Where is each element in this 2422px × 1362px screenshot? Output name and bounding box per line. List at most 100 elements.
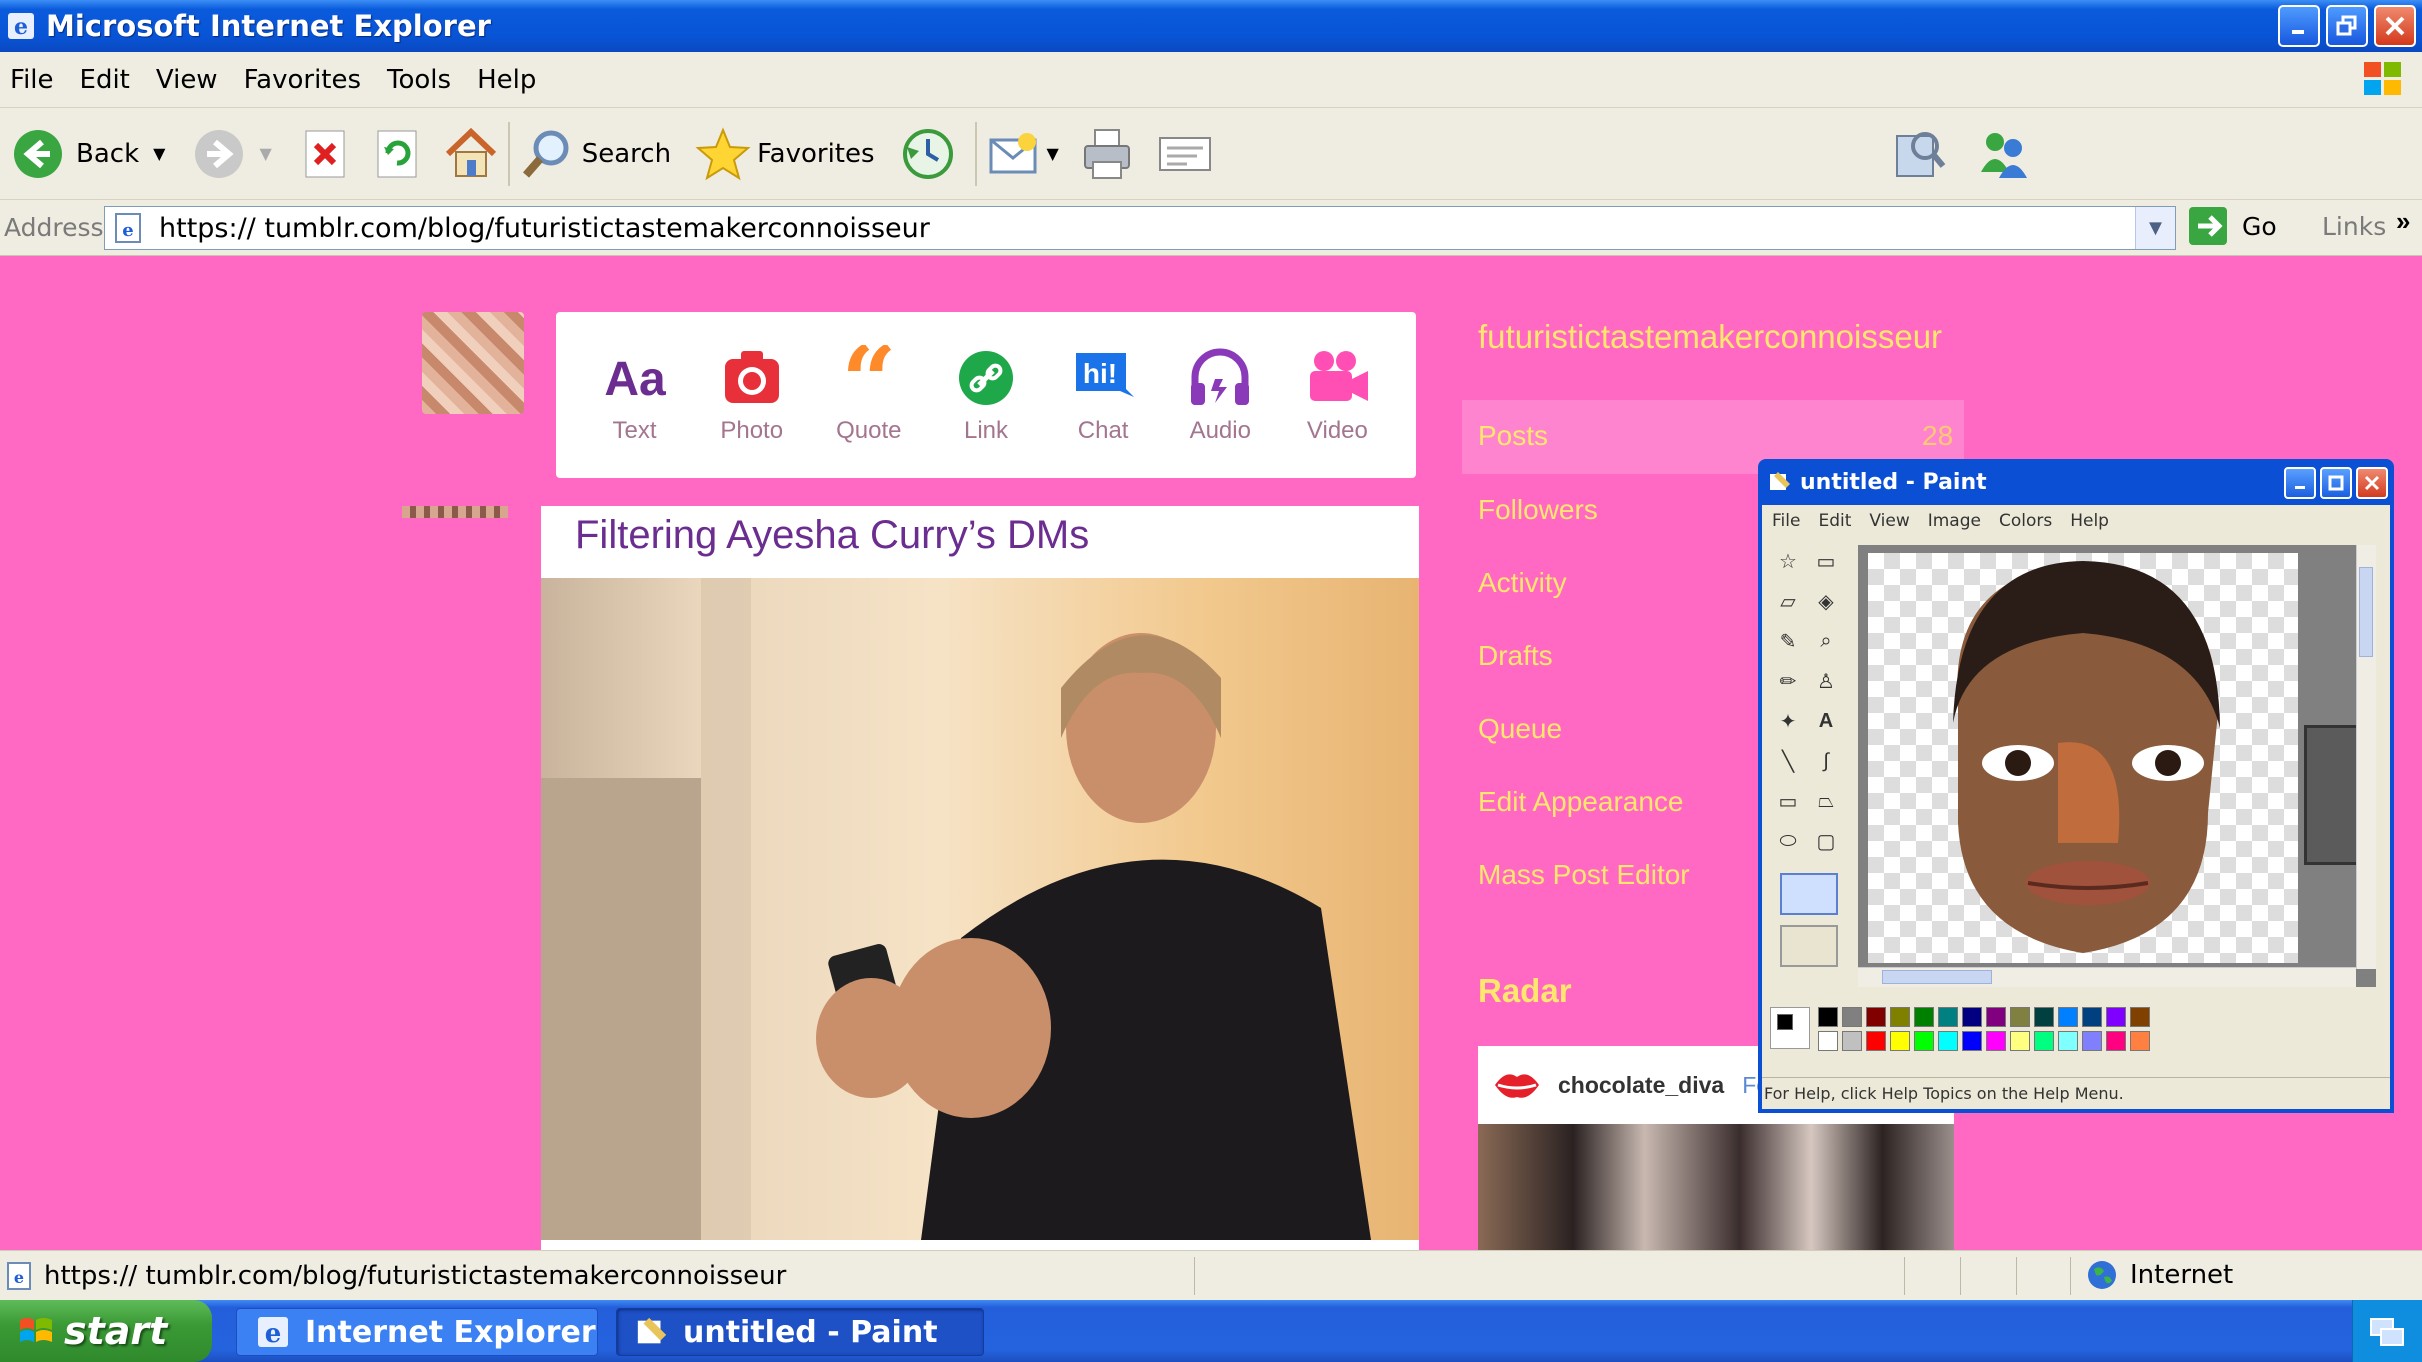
menu-file[interactable]: File xyxy=(10,65,54,95)
eraser-icon[interactable]: ▱ xyxy=(1772,585,1804,617)
post-type-audio[interactable]: Audio xyxy=(1165,345,1275,445)
print-button[interactable] xyxy=(1081,119,1133,189)
research-button[interactable] xyxy=(1891,119,1947,189)
go-button[interactable]: Go xyxy=(2188,206,2277,246)
restore-button[interactable] xyxy=(2326,5,2368,47)
mail-button[interactable]: ▼ xyxy=(987,119,1059,189)
sidebar-item-mass-post-editor[interactable]: Mass Post Editor xyxy=(1478,859,1690,891)
vertical-scroll-thumb[interactable] xyxy=(2359,567,2373,657)
address-input[interactable]: e https:// tumblr.com/blog/futuristictas… xyxy=(104,206,2176,250)
palette-swatch[interactable] xyxy=(1890,1031,1910,1051)
sidebar-item-posts[interactable]: Posts xyxy=(1478,420,1548,452)
rect-select-icon[interactable]: ▭ xyxy=(1810,545,1842,577)
links-chevron-icon[interactable]: » xyxy=(2396,206,2410,237)
polygon-icon[interactable]: ⏢ xyxy=(1810,785,1842,817)
paint-vertical-scrollbar[interactable] xyxy=(2356,545,2376,969)
palette-swatch[interactable] xyxy=(1914,1007,1934,1027)
palette-swatch[interactable] xyxy=(2058,1031,2078,1051)
post-avatar[interactable] xyxy=(402,506,508,518)
menu-view[interactable]: View xyxy=(156,65,218,95)
paint-menu-colors[interactable]: Colors xyxy=(1999,511,2052,531)
palette-swatch[interactable] xyxy=(1866,1031,1886,1051)
paint-minimize-button[interactable] xyxy=(2284,467,2316,499)
window-titlebar[interactable]: e Microsoft Internet Explorer xyxy=(0,0,2422,52)
forward-button[interactable]: ▼ xyxy=(193,119,272,189)
back-button[interactable]: Back ▼ xyxy=(12,119,165,189)
post-type-quote[interactable]: “ Quote xyxy=(814,345,924,445)
palette-swatch[interactable] xyxy=(2010,1031,2030,1051)
palette-swatch[interactable] xyxy=(1890,1007,1910,1027)
palette-swatch[interactable] xyxy=(2010,1007,2030,1027)
palette-swatch[interactable] xyxy=(1938,1007,1958,1027)
tool-option-opaque[interactable] xyxy=(1780,873,1838,915)
paint-horizontal-scrollbar[interactable] xyxy=(1858,967,2356,987)
sidebar-item-activity[interactable]: Activity xyxy=(1478,567,1567,599)
palette-swatch[interactable] xyxy=(1938,1031,1958,1051)
home-button[interactable] xyxy=(444,119,498,189)
post-type-text[interactable]: Aa Text xyxy=(580,345,690,445)
system-tray[interactable] xyxy=(2352,1300,2422,1362)
palette-swatch[interactable] xyxy=(1914,1031,1934,1051)
fill-icon[interactable]: ◈ xyxy=(1810,585,1842,617)
sidebar-item-followers[interactable]: Followers xyxy=(1478,494,1598,526)
messenger-button[interactable] xyxy=(1975,119,2033,189)
ellipse-icon[interactable]: ⬭ xyxy=(1772,825,1804,857)
palette-swatch[interactable] xyxy=(2130,1031,2150,1051)
menu-edit[interactable]: Edit xyxy=(80,65,130,95)
post-type-video[interactable]: Video xyxy=(1282,345,1392,445)
paint-menu-file[interactable]: File xyxy=(1772,511,1800,531)
post-type-link[interactable]: Link xyxy=(931,345,1041,445)
sidebar-item-queue[interactable]: Queue xyxy=(1478,713,1562,745)
palette-swatch[interactable] xyxy=(2058,1007,2078,1027)
stop-button[interactable] xyxy=(302,119,348,189)
pencil-icon[interactable]: ✏ xyxy=(1772,665,1804,697)
paint-maximize-button[interactable] xyxy=(2320,467,2352,499)
tool-option-transparent[interactable] xyxy=(1780,925,1838,967)
color-picker-icon[interactable]: ✎ xyxy=(1772,625,1804,657)
favorites-button[interactable]: Favorites xyxy=(695,119,875,189)
rounded-rect-icon[interactable]: ▢ xyxy=(1810,825,1842,857)
curve-icon[interactable]: ∫ xyxy=(1810,745,1842,777)
palette-swatch[interactable] xyxy=(2034,1031,2054,1051)
line-icon[interactable]: ╲ xyxy=(1772,745,1804,777)
sidebar-item-drafts[interactable]: Drafts xyxy=(1478,640,1553,672)
mail-dropdown-icon[interactable]: ▼ xyxy=(1047,144,1059,163)
palette-swatch[interactable] xyxy=(1962,1007,1982,1027)
palette-swatch[interactable] xyxy=(2082,1031,2102,1051)
minimize-button[interactable] xyxy=(2278,5,2320,47)
paint-menu-view[interactable]: View xyxy=(1869,511,1909,531)
taskbar-paint[interactable]: untitled - Paint xyxy=(616,1308,984,1356)
palette-swatch[interactable] xyxy=(2106,1007,2126,1027)
current-colors[interactable] xyxy=(1770,1007,1810,1049)
post-type-photo[interactable]: Photo xyxy=(697,345,807,445)
menu-tools[interactable]: Tools xyxy=(387,65,451,95)
paint-canvas[interactable] xyxy=(1868,553,2298,963)
palette-swatch[interactable] xyxy=(2130,1007,2150,1027)
palette-swatch[interactable] xyxy=(2106,1031,2126,1051)
back-dropdown-icon[interactable]: ▼ xyxy=(153,144,165,163)
rectangle-icon[interactable]: ▭ xyxy=(1772,785,1804,817)
taskbar-internet-explorer[interactable]: e Internet Explorer xyxy=(236,1308,598,1356)
paint-close-button[interactable] xyxy=(2356,467,2388,499)
horizontal-scroll-thumb[interactable] xyxy=(1882,970,1992,984)
magnifier-icon[interactable]: ⌕ xyxy=(1810,625,1842,657)
palette-swatch[interactable] xyxy=(1866,1007,1886,1027)
brush-icon[interactable]: ♙ xyxy=(1810,665,1842,697)
palette-swatch[interactable] xyxy=(1986,1031,2006,1051)
forward-dropdown-icon[interactable]: ▼ xyxy=(259,144,271,163)
palette-swatch[interactable] xyxy=(1842,1007,1862,1027)
palette-swatch[interactable] xyxy=(1842,1031,1862,1051)
post-type-chat[interactable]: hi! Chat xyxy=(1048,345,1158,445)
blog-avatar[interactable] xyxy=(422,312,524,414)
paint-menu-help[interactable]: Help xyxy=(2070,511,2109,531)
palette-swatch[interactable] xyxy=(2082,1007,2102,1027)
paint-titlebar[interactable]: untitled - Paint xyxy=(1762,459,2390,505)
blog-name-link[interactable]: futuristictastemakerconnoisseur xyxy=(1478,318,1942,356)
close-button[interactable] xyxy=(2374,5,2416,47)
edit-button[interactable] xyxy=(1157,119,1213,189)
text-tool-icon[interactable]: A xyxy=(1810,705,1842,737)
radar-image[interactable] xyxy=(1478,1124,1954,1250)
post-photo[interactable] xyxy=(541,578,1419,1240)
palette-swatch[interactable] xyxy=(1962,1031,1982,1051)
palette-swatch[interactable] xyxy=(1818,1007,1838,1027)
